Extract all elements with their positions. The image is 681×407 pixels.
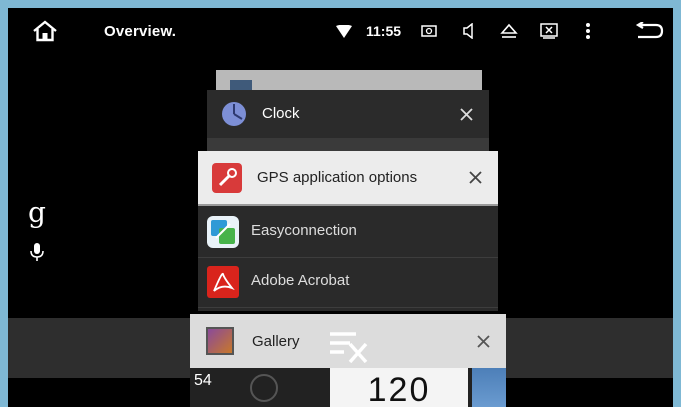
eject-icon[interactable] — [497, 8, 521, 54]
back-icon — [635, 22, 664, 39]
close-app-icon[interactable] — [537, 8, 561, 54]
preview-speed: 120 — [330, 368, 468, 407]
list-item[interactable]: Adobe Acrobat — [198, 257, 498, 308]
more-options-icon[interactable] — [580, 8, 596, 54]
home-icon — [33, 20, 57, 42]
card-title: Clock — [262, 105, 300, 122]
android-screen: Overview. 11:55 g Clock GPS application … — [8, 8, 673, 407]
close-icon — [476, 334, 490, 348]
gallery-icon — [206, 327, 234, 355]
recent-card-clock[interactable]: Clock — [207, 90, 489, 156]
radio-dial-icon — [250, 374, 278, 402]
close-card-button[interactable] — [452, 151, 498, 204]
clock-icon — [221, 101, 247, 132]
clear-all-button[interactable] — [328, 330, 370, 369]
mic-icon[interactable] — [30, 242, 44, 267]
card-preview: 54 120 — [190, 368, 506, 407]
card-title: Gallery — [252, 333, 300, 350]
close-card-button[interactable] — [460, 314, 506, 368]
close-card-button[interactable] — [443, 90, 489, 138]
recent-card-gps[interactable]: GPS application options Easyconnection A… — [198, 151, 498, 311]
preview-number: 54 — [194, 372, 212, 389]
app-label: Adobe Acrobat — [251, 272, 350, 289]
screenshot-icon[interactable] — [418, 8, 440, 54]
page-title: Overview. — [104, 22, 177, 40]
preview-map — [472, 368, 506, 407]
close-icon — [459, 107, 473, 121]
back-button[interactable] — [632, 8, 666, 54]
clear-all-icon — [330, 332, 368, 364]
gps-settings-icon — [212, 163, 242, 193]
home-button[interactable] — [28, 8, 62, 54]
card-title: GPS application options — [257, 169, 418, 186]
google-logo[interactable]: g — [28, 196, 46, 229]
app-label: Easyconnection — [251, 222, 357, 239]
volume-icon[interactable] — [458, 8, 480, 54]
close-icon — [468, 171, 482, 184]
list-item[interactable]: Easyconnection — [198, 207, 498, 258]
easyconnection-icon — [206, 214, 240, 250]
status-bar: Overview. 11:55 — [8, 8, 673, 54]
wifi-icon — [334, 8, 354, 54]
status-time: 11:55 — [366, 23, 402, 39]
adobe-acrobat-icon — [206, 264, 240, 300]
